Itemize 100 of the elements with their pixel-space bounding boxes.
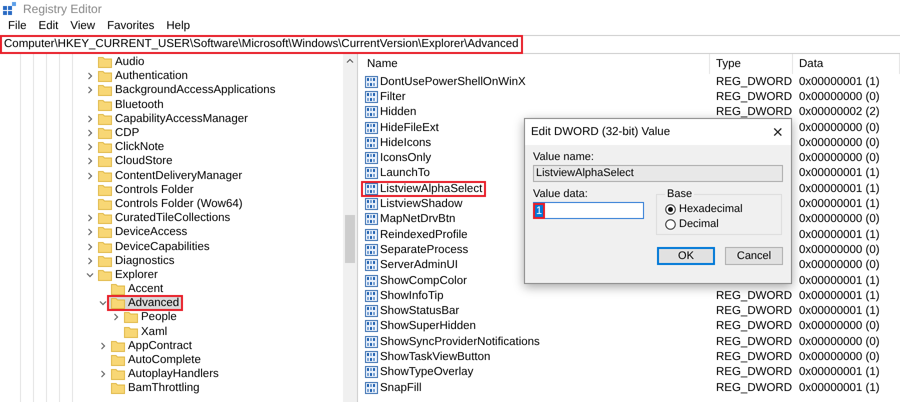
- value-name[interactable]: ListviewAlphaSelect: [363, 182, 484, 195]
- tree-item[interactable]: DeviceAccess: [96, 226, 190, 238]
- value-name[interactable]: ShowTaskViewButton: [363, 350, 492, 363]
- radio-icon[interactable]: [665, 218, 676, 230]
- folder-icon: [98, 112, 112, 125]
- menu-item[interactable]: Edit: [32, 20, 64, 32]
- chevron-right-icon[interactable]: [112, 313, 120, 322]
- value-name[interactable]: MapNetDrvBtn: [363, 213, 458, 226]
- tree-item[interactable]: AppContract: [109, 340, 194, 352]
- value-name[interactable]: ServerAdminUI: [363, 259, 460, 272]
- value-name[interactable]: HideIcons: [363, 136, 434, 149]
- folder-icon: [98, 127, 112, 140]
- folder-icon: [98, 155, 112, 168]
- value-name[interactable]: Filter: [363, 90, 408, 103]
- tree-item[interactable]: People: [122, 311, 179, 324]
- value-data: 0x00000001 (1): [798, 76, 881, 88]
- tree-item[interactable]: CuratedTileCollections: [96, 212, 232, 224]
- value-name[interactable]: SnapFill: [363, 382, 424, 394]
- menu-item[interactable]: View: [64, 20, 102, 32]
- value-type: REG_DWORD: [715, 366, 793, 378]
- tree-item[interactable]: AutoplayHandlers: [109, 368, 221, 380]
- folder-icon: [98, 254, 112, 267]
- chevron-right-icon[interactable]: [99, 342, 107, 350]
- chevron-right-icon[interactable]: [99, 370, 107, 378]
- tree-item[interactable]: Accent: [109, 283, 166, 296]
- cancel-button[interactable]: Cancel: [725, 247, 783, 265]
- tree-item[interactable]: Advanced: [109, 297, 182, 310]
- value-name[interactable]: Hidden: [363, 106, 418, 118]
- binary-value-icon: [365, 152, 378, 164]
- value-data: 0x00000001 (1): [798, 366, 881, 378]
- tree-item[interactable]: DeviceCapabilities: [96, 240, 212, 253]
- tree-item[interactable]: CDP: [96, 127, 142, 140]
- radio-icon[interactable]: [665, 204, 676, 214]
- address-bar[interactable]: Computer\HKEY_CURRENT_USER\Software\Microsoft\Windows\CurrentVersion\Explorer\Advanced: [0, 35, 522, 54]
- value-name[interactable]: ShowTypeOverlay: [363, 366, 476, 378]
- binary-value-icon: [365, 228, 378, 241]
- tree-item[interactable]: BamThrottling: [109, 382, 202, 394]
- value-data: 0x00000001 (1): [798, 198, 881, 210]
- value-name[interactable]: ShowStatusBar: [363, 305, 462, 318]
- scroll-up-icon[interactable]: [346, 57, 354, 65]
- tree-item[interactable]: CloudStore: [96, 155, 175, 168]
- tree-item[interactable]: Audio: [96, 56, 146, 68]
- tree-item[interactable]: ClickNote: [96, 141, 166, 154]
- radio-option[interactable]: Hexadecimal: [665, 203, 773, 215]
- menu-item[interactable]: Favorites: [101, 20, 160, 32]
- menu-item[interactable]: Help: [160, 20, 196, 32]
- value-name[interactable]: LaunchTo: [363, 167, 432, 180]
- folder-icon: [111, 297, 125, 310]
- folder-icon: [98, 184, 112, 196]
- menu-item[interactable]: File: [2, 20, 33, 32]
- binary-value-icon: [365, 366, 378, 378]
- tree-item[interactable]: Xaml: [122, 326, 170, 338]
- value-name[interactable]: DontUsePowerShellOnWinX: [363, 76, 528, 88]
- folder-icon: [98, 84, 112, 96]
- value-name[interactable]: ShowSyncProviderNotifications: [363, 336, 542, 348]
- folder-icon: [98, 70, 112, 82]
- scroll-thumb[interactable]: [345, 215, 355, 263]
- folder-icon: [111, 340, 125, 352]
- value-name[interactable]: HideFileExt: [363, 122, 441, 134]
- value-name[interactable]: SeparateProcess: [363, 244, 470, 256]
- radio-option[interactable]: Decimal: [665, 218, 773, 230]
- value-data: 0x00000001 (1): [798, 290, 881, 302]
- value-name-field[interactable]: ListviewAlphaSelect: [533, 165, 783, 182]
- tree-item[interactable]: Authentication: [96, 70, 190, 82]
- folder-icon: [111, 382, 125, 394]
- value-data: 0x00000000 (0): [798, 350, 881, 363]
- column-header[interactable]: Data: [793, 54, 900, 74]
- chevron-down-icon[interactable]: [99, 299, 107, 308]
- tree-item[interactable]: Diagnostics: [96, 254, 176, 267]
- value-data-field[interactable]: 1: [533, 202, 644, 219]
- value-data: 0x00000000 (0): [798, 259, 881, 272]
- folder-icon: [98, 268, 112, 281]
- tree-item[interactable]: CapabilityAccessManager: [96, 112, 250, 125]
- value-name[interactable]: ListviewShadow: [363, 198, 464, 210]
- chevron-down-icon[interactable]: [86, 270, 94, 279]
- ok-button[interactable]: OK: [657, 247, 715, 265]
- tree-item[interactable]: Controls Folder (Wow64): [96, 198, 245, 210]
- value-name[interactable]: ShowInfoTip: [363, 290, 446, 302]
- binary-value-icon: [365, 167, 378, 180]
- value-data: 0x00000001 (1): [798, 382, 881, 394]
- column-header[interactable]: Type: [710, 54, 793, 74]
- tree-item[interactable]: Explorer: [96, 268, 160, 281]
- tree-item[interactable]: BackgroundAccessApplications: [96, 84, 278, 96]
- value-type: REG_DWORD: [715, 350, 793, 363]
- value-data: 0x00000001 (1): [798, 182, 881, 195]
- binary-value-icon: [365, 198, 378, 210]
- tree-item[interactable]: AutoComplete: [109, 354, 203, 366]
- value-name[interactable]: ReindexedProfile: [363, 228, 470, 241]
- value-name[interactable]: ShowSuperHidden: [363, 320, 478, 332]
- binary-value-icon: [365, 244, 378, 256]
- tree-item[interactable]: ContentDeliveryManager: [96, 170, 244, 182]
- tree-item[interactable]: Controls Folder: [96, 184, 196, 196]
- tree-item[interactable]: Bluetooth: [96, 98, 166, 111]
- column-header[interactable]: Name: [361, 54, 710, 74]
- close-button[interactable]: ×: [764, 119, 791, 145]
- value-name[interactable]: IconsOnly: [363, 152, 434, 164]
- value-data: 0x00000001 (1): [798, 305, 881, 318]
- value-data: 0x00000001 (1): [798, 228, 881, 241]
- value-name[interactable]: ShowCompColor: [363, 274, 469, 286]
- scrollbar[interactable]: [343, 54, 358, 402]
